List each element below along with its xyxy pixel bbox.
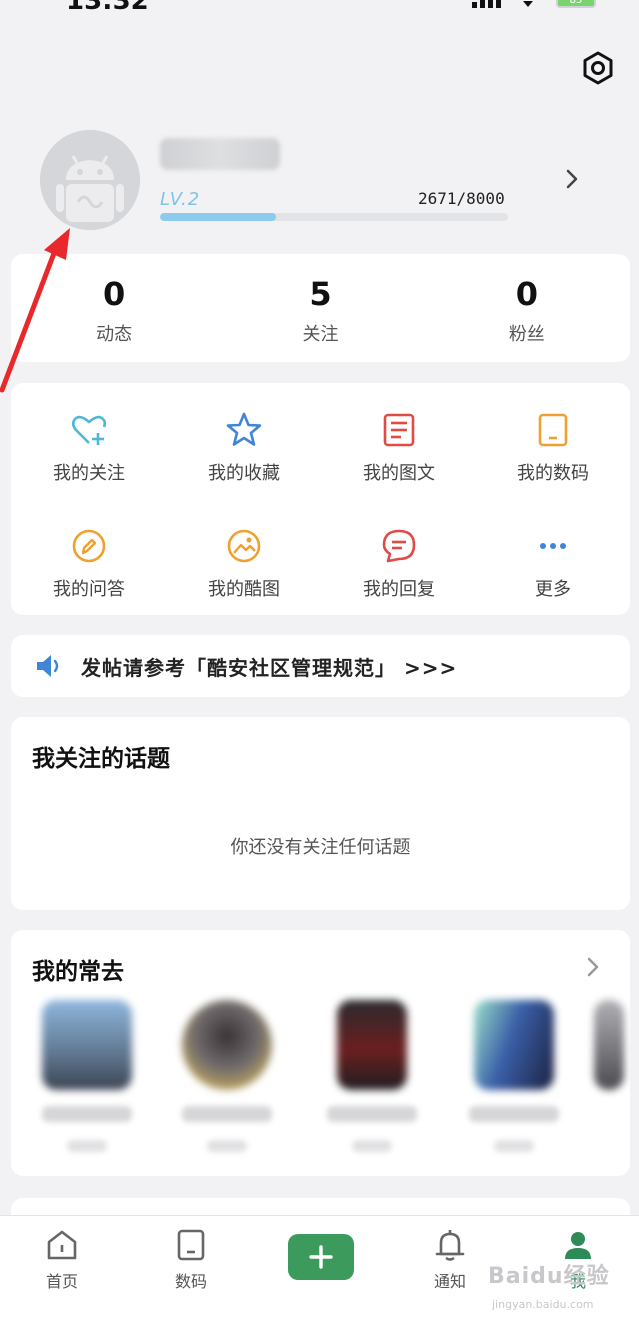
frequent-visits-card: 我的常去 [11, 930, 630, 1176]
section-title: 我的常去 [32, 959, 124, 985]
username-blurred [160, 138, 280, 170]
stat-label: 粉丝 [508, 324, 545, 345]
menu-label: 我的关注 [53, 463, 125, 484]
menu-label: 我的回复 [363, 579, 435, 600]
tab-notifications[interactable]: 通知 [410, 1228, 490, 1292]
frequent-item-thumbnail [182, 1000, 272, 1090]
menu-label: 我的收藏 [208, 463, 280, 484]
menu-label: 更多 [535, 579, 571, 600]
section-title: 我关注的话题 [32, 746, 170, 772]
tab-label: 首页 [45, 1272, 78, 1291]
watermark: Baidu经验 [488, 1264, 610, 1289]
tablet-icon [177, 1229, 205, 1261]
battery-indicator: 85 [556, 0, 596, 8]
frequent-item-thumbnail [474, 1000, 554, 1090]
menu-my-qa[interactable]: 我的问答 [12, 527, 166, 601]
menu-my-follows[interactable]: 我的关注 [12, 411, 166, 485]
speaker-icon [37, 655, 59, 677]
chevron-right-icon[interactable] [562, 168, 582, 190]
frequent-item-sub-blurred [352, 1140, 392, 1152]
chat-bubble-icon [382, 529, 416, 563]
annotation-arrow [0, 228, 70, 393]
frequent-item[interactable] [589, 1000, 629, 1090]
experience-count: 2671/8000 [418, 189, 505, 208]
frequent-item[interactable] [464, 1000, 564, 1152]
avatar[interactable] [40, 130, 140, 230]
tablet-icon [538, 413, 568, 447]
status-time: 13:32 [66, 0, 149, 16]
menu-label: 我的数码 [517, 463, 589, 484]
frequent-item-name-blurred [469, 1106, 559, 1122]
menu-my-favorites[interactable]: 我的收藏 [167, 411, 321, 485]
notice-text: 发帖请参考「酷安社区管理规范」 >>> [81, 655, 458, 680]
star-icon [226, 412, 262, 446]
followed-topics-card: 我关注的话题 你还没有关注任何话题 [11, 717, 630, 910]
menu-more[interactable]: 更多 [476, 527, 630, 601]
add-post-button[interactable] [288, 1234, 354, 1280]
frequent-item-thumbnail [42, 1000, 132, 1090]
person-icon [565, 1232, 591, 1259]
frequent-item-sub-blurred [494, 1140, 534, 1152]
frequent-item-sub-blurred [67, 1140, 107, 1152]
picture-icon [227, 529, 261, 563]
article-icon [383, 413, 415, 447]
stats-card: 0 动态 5 关注 0 粉丝 [11, 254, 630, 362]
heart-plus-icon [71, 415, 107, 445]
menu-grid: 我的关注 我的收藏 我的图文 我的数码 我的问答 我的酷图 我的回复 更多 [11, 383, 630, 615]
frequent-item-thumbnail [337, 1000, 407, 1090]
settings-hexagon-icon[interactable] [580, 50, 616, 86]
stat-value: 0 [515, 275, 538, 313]
chevron-right-icon[interactable] [583, 956, 603, 978]
experience-progress-bar [160, 213, 508, 221]
pencil-icon [72, 529, 106, 563]
empty-state-text: 你还没有关注任何话题 [230, 837, 411, 858]
frequent-item-thumbnail [594, 1000, 624, 1090]
frequent-item[interactable] [177, 1000, 277, 1152]
frequent-item-name-blurred [182, 1106, 272, 1122]
tab-label: 数码 [174, 1272, 207, 1291]
stat-value: 5 [309, 275, 332, 313]
menu-my-articles[interactable]: 我的图文 [322, 411, 476, 485]
tab-label: 通知 [433, 1272, 466, 1291]
tab-digital[interactable]: 数码 [151, 1228, 231, 1292]
android-avatar-icon [40, 130, 140, 230]
signal-icon [472, 0, 502, 8]
experience-progress-fill [160, 213, 277, 221]
menu-label: 我的问答 [53, 579, 125, 600]
wifi-icon [523, 1, 533, 7]
watermark-url: jingyan.baidu.com [492, 1298, 594, 1311]
user-level: LV.2 [160, 189, 201, 210]
stat-following[interactable]: 5 关注 [217, 254, 423, 362]
frequent-item-name-blurred [42, 1106, 132, 1122]
frequent-item-sub-blurred [207, 1140, 247, 1152]
menu-label: 我的酷图 [208, 579, 280, 600]
bell-icon [435, 1230, 465, 1261]
stat-fans[interactable]: 0 粉丝 [424, 254, 630, 362]
menu-my-digital[interactable]: 我的数码 [476, 411, 630, 485]
menu-my-replies[interactable]: 我的回复 [322, 527, 476, 601]
status-bar: 13:32 85 [0, 0, 639, 20]
frequent-item[interactable] [37, 1000, 137, 1152]
plus-icon [309, 1245, 333, 1269]
stat-label: 关注 [302, 324, 339, 345]
frequent-item-name-blurred [327, 1106, 417, 1122]
menu-my-pictures[interactable]: 我的酷图 [167, 527, 321, 601]
frequent-item[interactable] [322, 1000, 422, 1152]
more-dots-icon [540, 543, 566, 549]
tab-home[interactable]: 首页 [22, 1228, 102, 1292]
home-icon [47, 1230, 77, 1260]
menu-label: 我的图文 [363, 463, 435, 484]
notice-banner[interactable]: 发帖请参考「酷安社区管理规范」 >>> [11, 635, 630, 697]
